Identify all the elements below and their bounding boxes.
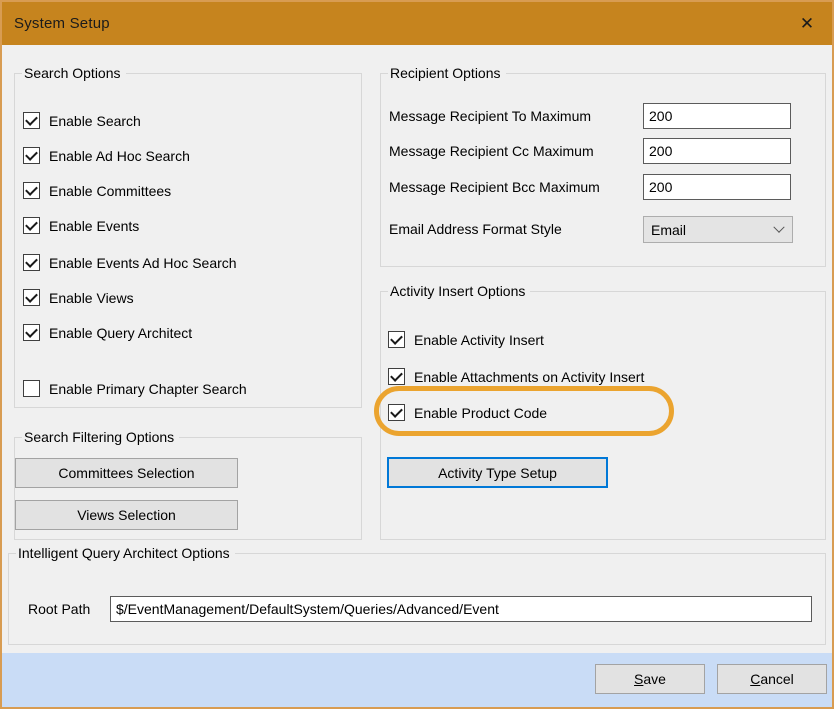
button-label: Save <box>634 671 666 687</box>
checkbox-box-icon[interactable] <box>23 182 40 199</box>
checkbox-label: Enable Events <box>49 218 139 234</box>
email-address-format-style-dropdown[interactable]: Email <box>643 216 793 243</box>
save-button[interactable]: Save <box>595 664 705 694</box>
recipient-to-maximum-input[interactable]: 200 <box>643 103 791 129</box>
checkbox-label: Enable Attachments on Activity Insert <box>414 369 644 385</box>
button-label: Activity Type Setup <box>438 465 557 481</box>
groupbox-search-options: Search Options Enable Search Enable Ad H… <box>14 73 362 408</box>
root-path-input[interactable]: $/EventManagement/DefaultSystem/Queries/… <box>110 596 812 622</box>
close-icon[interactable]: ✕ <box>788 2 826 45</box>
button-label: Cancel <box>750 671 794 687</box>
groupbox-title: Activity Insert Options <box>388 283 530 299</box>
checkbox-box-icon[interactable] <box>23 112 40 129</box>
checkbox-enable-search[interactable]: Enable Search <box>23 111 141 130</box>
checkbox-box-icon[interactable] <box>23 254 40 271</box>
checkbox-enable-views[interactable]: Enable Views <box>23 288 134 307</box>
checkbox-label: Enable Activity Insert <box>414 332 544 348</box>
groupbox-title: Recipient Options <box>388 65 506 81</box>
checkbox-enable-query-architect[interactable]: Enable Query Architect <box>23 323 192 342</box>
checkbox-box-icon[interactable] <box>23 217 40 234</box>
window-title: System Setup <box>14 15 110 32</box>
checkbox-label: Enable Product Code <box>414 405 547 421</box>
checkbox-label: Enable Committees <box>49 183 171 199</box>
chevron-down-icon <box>773 221 784 232</box>
checkbox-enable-events[interactable]: Enable Events <box>23 216 139 235</box>
checkbox-enable-events-ad-hoc-search[interactable]: Enable Events Ad Hoc Search <box>23 253 237 272</box>
checkbox-box-icon[interactable] <box>23 380 40 397</box>
groupbox-title: Search Filtering Options <box>22 429 179 445</box>
checkbox-label: Enable Ad Hoc Search <box>49 148 190 164</box>
groupbox-activity-insert-options: Activity Insert Options Enable Activity … <box>380 291 826 540</box>
groupbox-title: Search Options <box>22 65 126 81</box>
footer-bar: Save Cancel <box>2 653 832 707</box>
titlebar: System Setup ✕ <box>2 2 832 45</box>
views-selection-button[interactable]: Views Selection <box>15 500 238 530</box>
checkbox-label: Enable Search <box>49 113 141 129</box>
checkbox-enable-primary-chapter-search[interactable]: Enable Primary Chapter Search <box>23 379 247 398</box>
field-label-recipient-to-maximum: Message Recipient To Maximum <box>389 103 591 129</box>
checkbox-enable-ad-hoc-search[interactable]: Enable Ad Hoc Search <box>23 146 190 165</box>
field-label-recipient-bcc-maximum: Message Recipient Bcc Maximum <box>389 174 600 200</box>
checkbox-box-icon[interactable] <box>23 147 40 164</box>
checkbox-label: Enable Primary Chapter Search <box>49 381 247 397</box>
checkbox-enable-product-code[interactable]: Enable Product Code <box>388 403 547 422</box>
checkbox-label: Enable Query Architect <box>49 325 192 341</box>
checkbox-box-icon[interactable] <box>388 368 405 385</box>
committees-selection-button[interactable]: Committees Selection <box>15 458 238 488</box>
system-setup-dialog: System Setup ✕ Search Options Enable Sea… <box>0 0 834 709</box>
groupbox-recipient-options: Recipient Options Message Recipient To M… <box>380 73 826 267</box>
checkbox-enable-committees[interactable]: Enable Committees <box>23 181 171 200</box>
field-label-recipient-cc-maximum: Message Recipient Cc Maximum <box>389 138 594 164</box>
field-label-email-address-format-style: Email Address Format Style <box>389 216 562 242</box>
recipient-bcc-maximum-input[interactable]: 200 <box>643 174 791 200</box>
root-path-label: Root Path <box>28 596 90 622</box>
activity-type-setup-button[interactable]: Activity Type Setup <box>387 457 608 488</box>
checkbox-enable-activity-insert[interactable]: Enable Activity Insert <box>388 330 544 349</box>
button-label: Views Selection <box>77 507 176 523</box>
groupbox-title: Intelligent Query Architect Options <box>16 545 235 561</box>
checkbox-box-icon[interactable] <box>23 324 40 341</box>
dropdown-selected-value: Email <box>651 222 686 238</box>
recipient-cc-maximum-input[interactable]: 200 <box>643 138 791 164</box>
button-label: Committees Selection <box>58 465 194 481</box>
checkbox-label: Enable Events Ad Hoc Search <box>49 255 237 271</box>
cancel-button[interactable]: Cancel <box>717 664 827 694</box>
checkbox-label: Enable Views <box>49 290 134 306</box>
checkbox-enable-attachments-on-activity-insert[interactable]: Enable Attachments on Activity Insert <box>388 367 644 386</box>
checkbox-box-icon[interactable] <box>23 289 40 306</box>
groupbox-search-filtering-options: Search Filtering Options Committees Sele… <box>14 437 362 540</box>
groupbox-intelligent-query-architect-options: Intelligent Query Architect Options Root… <box>8 553 826 645</box>
checkbox-box-icon[interactable] <box>388 404 405 421</box>
checkbox-box-icon[interactable] <box>388 331 405 348</box>
